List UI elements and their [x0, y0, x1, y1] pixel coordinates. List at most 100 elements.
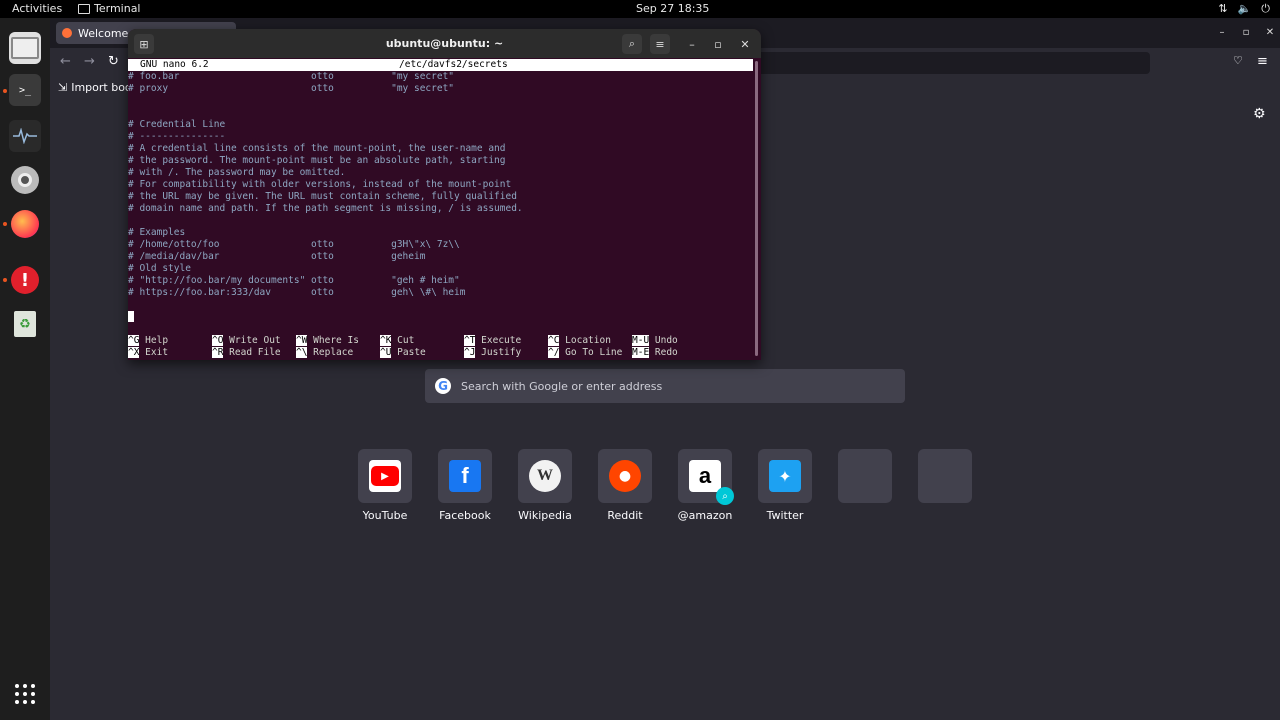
app-menu[interactable]: Terminal: [78, 2, 141, 15]
file-line: # For compatibility with older versions,…: [128, 179, 512, 190]
menu-icon[interactable]: ≡: [650, 34, 670, 54]
reddit-icon: ●: [609, 460, 641, 492]
clock[interactable]: Sep 27 18:35: [636, 2, 709, 15]
file-line: # Examples: [128, 227, 186, 238]
settings-icon[interactable]: [9, 164, 41, 196]
shortcut-label: Redo: [649, 347, 678, 358]
top-bar: Activities Terminal Sep 27 18:35 ⇅ 🔈 ⏻: [0, 0, 1280, 18]
pocket-icon[interactable]: ♡: [1233, 54, 1243, 67]
scrollbar[interactable]: [755, 61, 758, 356]
wikipedia-icon: W: [529, 460, 561, 492]
amazon-icon: a: [689, 460, 721, 492]
shortcut-reddit[interactable]: ● Reddit: [598, 449, 652, 522]
twitter-icon: ✦: [769, 460, 801, 492]
file-line: # https://foo.bar:333/dav otto geh\ \#\ …: [128, 287, 466, 298]
shortcut-empty[interactable]: [838, 449, 892, 503]
shortcut-item: ^/ Go To Line: [548, 347, 622, 359]
dock: >_ ! ♻: [0, 18, 50, 720]
files-icon[interactable]: [9, 32, 41, 64]
shortcut-label: Twitter: [766, 509, 804, 522]
shortcut-item: ^T Execute: [464, 335, 521, 347]
file-line: # /media/dav/bar otto geheim: [128, 251, 426, 262]
nano-version: GNU nano 6.2: [140, 59, 209, 70]
shortcut-key: ^T: [464, 335, 476, 346]
show-apps-icon[interactable]: [9, 678, 41, 710]
shortcut-key: M-E: [632, 347, 650, 358]
minimize-icon[interactable]: –: [1214, 24, 1230, 40]
file-line: # "http://foo.bar/my documents" otto "ge…: [128, 275, 460, 286]
software-updater-icon[interactable]: !: [9, 264, 41, 296]
trash-icon[interactable]: ♻: [9, 308, 41, 340]
shortcut-item: ^O Write Out: [212, 335, 281, 347]
file-line: # with /. The password may be omitted.: [128, 167, 346, 178]
shortcut-key: ^K: [380, 335, 392, 346]
shortcut-item: ^W Where Is: [296, 335, 359, 347]
shortcut-twitter[interactable]: ✦ Twitter: [758, 449, 812, 522]
firefox-icon[interactable]: [9, 208, 41, 240]
shortcut-wikipedia[interactable]: W Wikipedia: [518, 449, 572, 522]
shortcut-label: Cut: [391, 335, 415, 346]
shortcut-key: ^U: [380, 347, 392, 358]
shortcut-empty[interactable]: [918, 449, 972, 503]
shortcut-item: ^C Location: [548, 335, 611, 347]
gear-icon[interactable]: ⚙: [1253, 106, 1266, 122]
shortcut-youtube[interactable]: ▶ YouTube: [358, 449, 412, 522]
shortcut-item: ^K Cut: [380, 335, 414, 347]
close-icon[interactable]: ✕: [1262, 24, 1278, 40]
shortcut-item: ^R Read File: [212, 347, 281, 359]
shortcut-item: ^G Help: [128, 335, 168, 347]
maximize-icon[interactable]: ▫: [1238, 24, 1254, 40]
file-line: # proxy otto "my secret": [128, 83, 455, 94]
youtube-icon: ▶: [369, 460, 401, 492]
shortcut-facebook[interactable]: f Facebook: [438, 449, 492, 522]
search-icon[interactable]: ⌕: [622, 34, 642, 54]
volume-icon: 🔈: [1237, 2, 1252, 15]
close-icon[interactable]: ✕: [735, 34, 755, 54]
file-line: # /home/otto/foo otto g3H\"x\ 7z\\: [128, 239, 460, 250]
maximize-icon[interactable]: ▫: [708, 34, 728, 54]
shortcut-item: ^\ Replace: [296, 347, 353, 359]
system-monitor-icon[interactable]: [9, 120, 41, 152]
shortcut-item: M-U Undo: [632, 335, 678, 347]
minimize-icon[interactable]: –: [682, 34, 702, 54]
shortcut-label: Help: [139, 335, 169, 346]
search-input[interactable]: G Search with Google or enter address: [425, 369, 905, 403]
shortcut-key: ^C: [548, 335, 560, 346]
shortcut-key: ^W: [296, 335, 308, 346]
shortcut-amazon[interactable]: a ⌕ @amazon: [678, 449, 734, 522]
file-path: /etc/davfs2/secrets: [399, 59, 508, 70]
system-tray[interactable]: ⇅ 🔈 ⏻: [1218, 2, 1270, 16]
network-icon: ⇅: [1218, 2, 1228, 15]
file-line: # the password. The mount-point must be …: [128, 155, 506, 166]
shortcut-item: ^J Justify: [464, 347, 521, 359]
text-cursor: [128, 311, 134, 322]
shortcut-key: ^X: [128, 347, 140, 358]
active-indicator: [3, 222, 7, 226]
shortcut-key: ^J: [464, 347, 476, 358]
terminal-icon[interactable]: >_: [9, 74, 41, 106]
menu-icon[interactable]: ≡: [1257, 54, 1268, 69]
shortcut-key: M-U: [632, 335, 650, 346]
active-indicator: [3, 89, 7, 93]
shortcut-label: Where Is: [307, 335, 359, 346]
shortcut-key: ^R: [212, 347, 224, 358]
file-line: # ---------------: [128, 131, 226, 142]
app-menu-label: Terminal: [94, 2, 141, 15]
nano-editor[interactable]: GNU nano 6.2 /etc/davfs2/secrets # foo.b…: [128, 59, 753, 360]
back-icon[interactable]: ←: [60, 54, 71, 69]
forward-icon[interactable]: →: [84, 54, 95, 69]
search-icon: ⌕: [716, 487, 734, 505]
nano-header: GNU nano 6.2 /etc/davfs2/secrets: [128, 59, 753, 71]
activities-button[interactable]: Activities: [12, 2, 62, 15]
shortcut-key: ^G: [128, 335, 140, 346]
file-line: # Old style: [128, 263, 191, 274]
terminal-titlebar: ⊞ ubuntu@ubuntu: ~ ⌕ ≡ – ▫ ✕: [128, 29, 761, 58]
shortcut-label: Location: [559, 335, 611, 346]
facebook-icon: f: [449, 460, 481, 492]
shortcut-label: Go To Line: [559, 347, 623, 358]
reload-icon[interactable]: ↻: [108, 54, 119, 69]
shortcut-label: Execute: [475, 335, 522, 346]
shortcut-label: Paste: [391, 347, 426, 358]
active-indicator: [3, 278, 7, 282]
import-bookmarks-button[interactable]: ⇲ Import book: [58, 81, 138, 94]
